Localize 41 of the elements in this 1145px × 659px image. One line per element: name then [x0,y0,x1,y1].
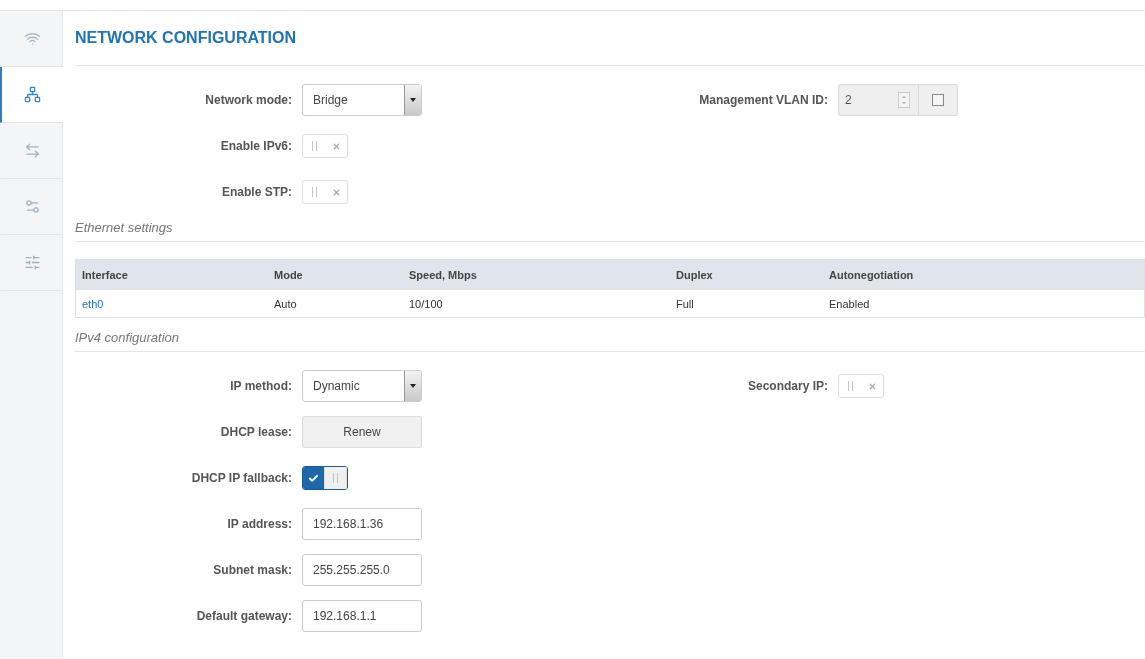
toggle-switch[interactable] [302,466,348,490]
sliders-icon [23,254,41,271]
input-field[interactable]: 192.168.1.36 [302,508,422,540]
close-icon [867,381,877,391]
input-field[interactable]: 255.255.255.0 [302,554,422,586]
wifi-icon [23,30,41,47]
check-icon [308,472,320,484]
field-label: DHCP IP fallback: [190,471,292,485]
renew-button[interactable]: Renew [302,416,422,448]
section-heading: Ethernet settings [75,208,1145,242]
field-label: DHCP lease: [219,425,292,439]
column-header: Speed, Mbps [403,259,670,290]
field-label: Enable STP: [221,185,292,199]
table-cell: Auto [268,290,403,318]
input-field[interactable]: 192.168.1.1 [302,600,422,632]
field-label: IP address: [226,517,292,531]
page-title: NETWORK CONFIGURATION [75,11,1145,66]
field-label: Enable IPv6: [219,139,292,153]
column-header: Interface [75,259,268,290]
interface-link[interactable]: eth0 [75,290,268,318]
section-heading: IPv4 configuration [75,318,1145,352]
field-label: Default gateway: [195,609,292,623]
network-icon [24,86,41,103]
close-icon [331,187,341,197]
field-label: Network mode: [204,93,292,107]
field-label: Secondary IP: [746,379,828,393]
table-cell: 10/100 [403,290,670,318]
field-label: Subnet mask: [212,563,292,577]
dropdown[interactable]: Dynamic [302,370,422,402]
field-label: IP method: [229,379,292,393]
column-header: Duplex [670,259,823,290]
field-label: Management VLAN ID: [698,93,828,107]
table-cell: Enabled [823,290,1145,318]
column-header: Mode [268,259,403,290]
column-header: Autonegotiation [823,259,1145,290]
dropdown[interactable]: Bridge [302,84,422,116]
spinner-icon [898,92,910,108]
table-cell: Full [670,290,823,318]
arrows-icon [23,142,41,159]
sidebar-tab[interactable] [0,67,63,123]
close-icon [331,141,341,151]
